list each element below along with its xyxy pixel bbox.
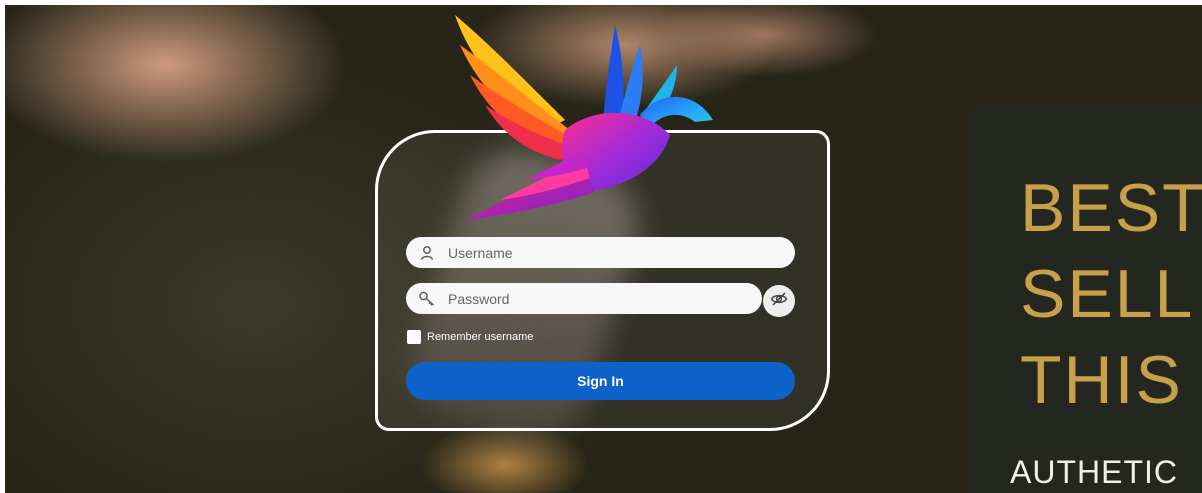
promo-panel: BEST SELL THIS AUTHETIC xyxy=(972,108,1202,493)
remember-username[interactable]: Remember username xyxy=(407,330,533,344)
promo-subline: AUTHETIC xyxy=(1010,454,1178,490)
toggle-password-button[interactable] xyxy=(763,285,795,317)
username-input[interactable] xyxy=(446,243,750,262)
eye-slash-icon xyxy=(770,290,788,313)
promo-line-1: BEST xyxy=(1020,170,1202,246)
user-icon xyxy=(418,244,436,262)
sign-in-button[interactable]: Sign In xyxy=(406,362,795,400)
promo-line-2: SELL xyxy=(1020,256,1195,332)
password-input[interactable] xyxy=(446,289,750,308)
remember-label: Remember username xyxy=(427,331,534,343)
promo-line-3: THIS xyxy=(1020,342,1183,418)
username-field[interactable] xyxy=(406,237,795,268)
key-icon xyxy=(418,290,436,308)
remember-checkbox[interactable] xyxy=(407,330,421,344)
hummingbird-logo xyxy=(455,15,713,220)
password-field[interactable] xyxy=(406,283,762,314)
